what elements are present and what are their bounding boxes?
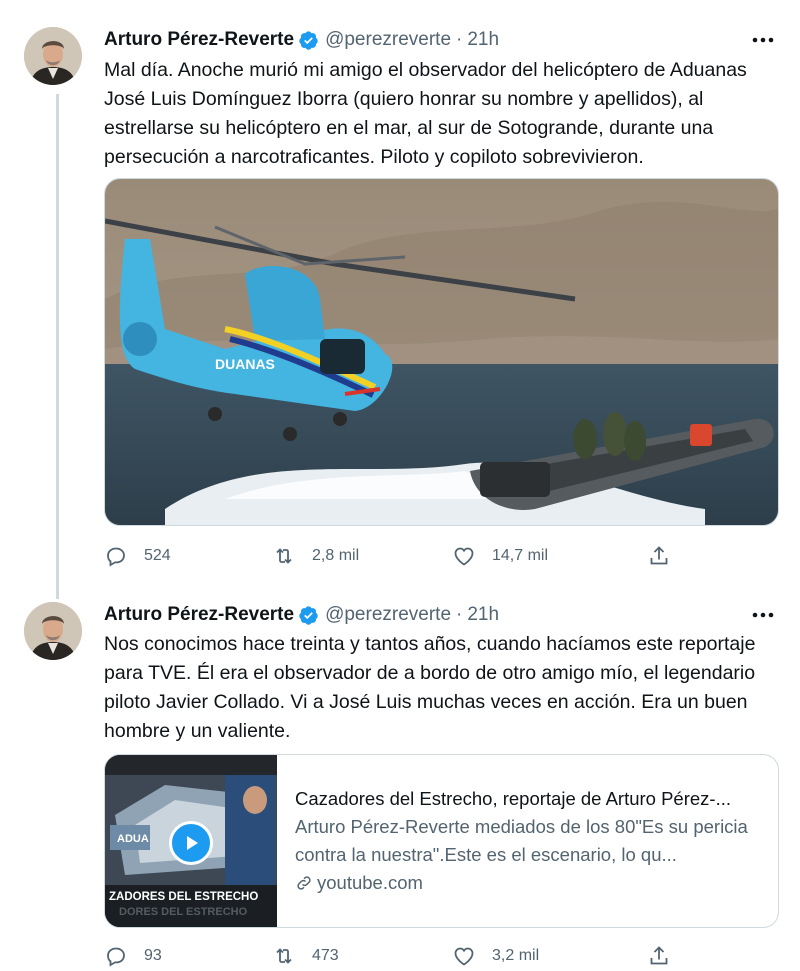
- helicopter-photo-icon: DUANAS: [105, 179, 778, 525]
- thumbnail-caption: ZADORES DEL ESTRECHO: [109, 891, 258, 903]
- author-handle[interactable]: @perezreverte: [325, 29, 451, 51]
- verified-badge-icon: [299, 605, 318, 625]
- tweet-actions: 524 2,8 mil 14,7 mil: [104, 541, 674, 571]
- card-domain-text: youtube.com: [317, 872, 423, 893]
- like-button[interactable]: 3,2 mil: [452, 941, 539, 971]
- tweet-header: Arturo Pérez-Reverte @perezreverte · 21h: [104, 602, 499, 628]
- share-icon: [650, 946, 668, 965]
- tweet-text: Nos conocimos hace treinta y tantos años…: [104, 633, 756, 742]
- share-icon: [650, 546, 668, 565]
- thumbnail-label: ADUA: [117, 833, 149, 845]
- card-description: Arturo Pérez-Reverte mediados de los 80"…: [295, 816, 748, 865]
- like-count: 14,7 mil: [492, 547, 549, 564]
- separator-dot: ·: [456, 604, 463, 625]
- verified-badge-icon: [299, 30, 318, 50]
- heart-icon: [454, 947, 474, 966]
- author-name[interactable]: Arturo Pérez-Reverte: [104, 29, 294, 51]
- like-count: 3,2 mil: [492, 947, 540, 964]
- tweet-2[interactable]: Arturo Pérez-Reverte @perezreverte · 21h…: [0, 600, 800, 971]
- thumbnail-caption-shadow: DORES DEL ESTRECHO: [119, 906, 248, 918]
- timestamp[interactable]: 21h: [467, 604, 499, 626]
- tweet-photo[interactable]: DUANAS: [104, 178, 779, 526]
- heart-icon: [454, 547, 474, 566]
- card-title[interactable]: Cazadores del Estrecho, reportaje de Art…: [295, 785, 765, 813]
- avatar[interactable]: [24, 27, 82, 85]
- card-domain[interactable]: youtube.com: [295, 869, 765, 897]
- tweet-text: Mal día. Anoche murió mi amigo el observ…: [104, 59, 747, 168]
- reply-icon: [107, 547, 125, 567]
- more-options-icon[interactable]: [750, 27, 776, 53]
- reply-button[interactable]: 93: [104, 941, 162, 971]
- share-button[interactable]: [647, 541, 687, 571]
- more-options-icon[interactable]: [750, 602, 776, 628]
- retweet-button[interactable]: 2,8 mil: [272, 541, 359, 571]
- author-name[interactable]: Arturo Pérez-Reverte: [104, 604, 294, 626]
- reply-count: 93: [144, 947, 162, 964]
- retweet-button[interactable]: 473: [272, 941, 339, 971]
- reply-icon: [107, 947, 125, 967]
- helicopter-label: DUANAS: [215, 356, 275, 372]
- author-handle[interactable]: @perezreverte: [325, 604, 451, 626]
- retweet-count: 2,8 mil: [312, 547, 360, 564]
- separator-dot: ·: [456, 29, 463, 50]
- tweet-1[interactable]: Arturo Pérez-Reverte @perezreverte · 21h…: [0, 0, 800, 600]
- share-button[interactable]: [647, 941, 687, 971]
- timestamp[interactable]: 21h: [467, 29, 499, 51]
- card-content: Cazadores del Estrecho, reportaje de Art…: [295, 785, 765, 897]
- reply-count: 524: [144, 547, 171, 564]
- reply-button[interactable]: 524: [104, 541, 171, 571]
- retweet-icon: [276, 548, 292, 564]
- tweet-actions: 93 473 3,2 mil: [104, 941, 674, 971]
- like-button[interactable]: 14,7 mil: [452, 541, 548, 571]
- retweet-icon: [276, 948, 292, 964]
- video-thumbnail[interactable]: ADUA ZADORES DEL ESTRECHO DORES DEL ESTR…: [105, 755, 277, 927]
- link-icon: [297, 876, 311, 890]
- tweet-header: Arturo Pérez-Reverte @perezreverte · 21h: [104, 27, 499, 53]
- retweet-count: 473: [312, 947, 339, 964]
- link-preview-card[interactable]: ADUA ZADORES DEL ESTRECHO DORES DEL ESTR…: [104, 754, 779, 928]
- play-button-icon[interactable]: [169, 821, 213, 865]
- avatar[interactable]: [24, 602, 82, 660]
